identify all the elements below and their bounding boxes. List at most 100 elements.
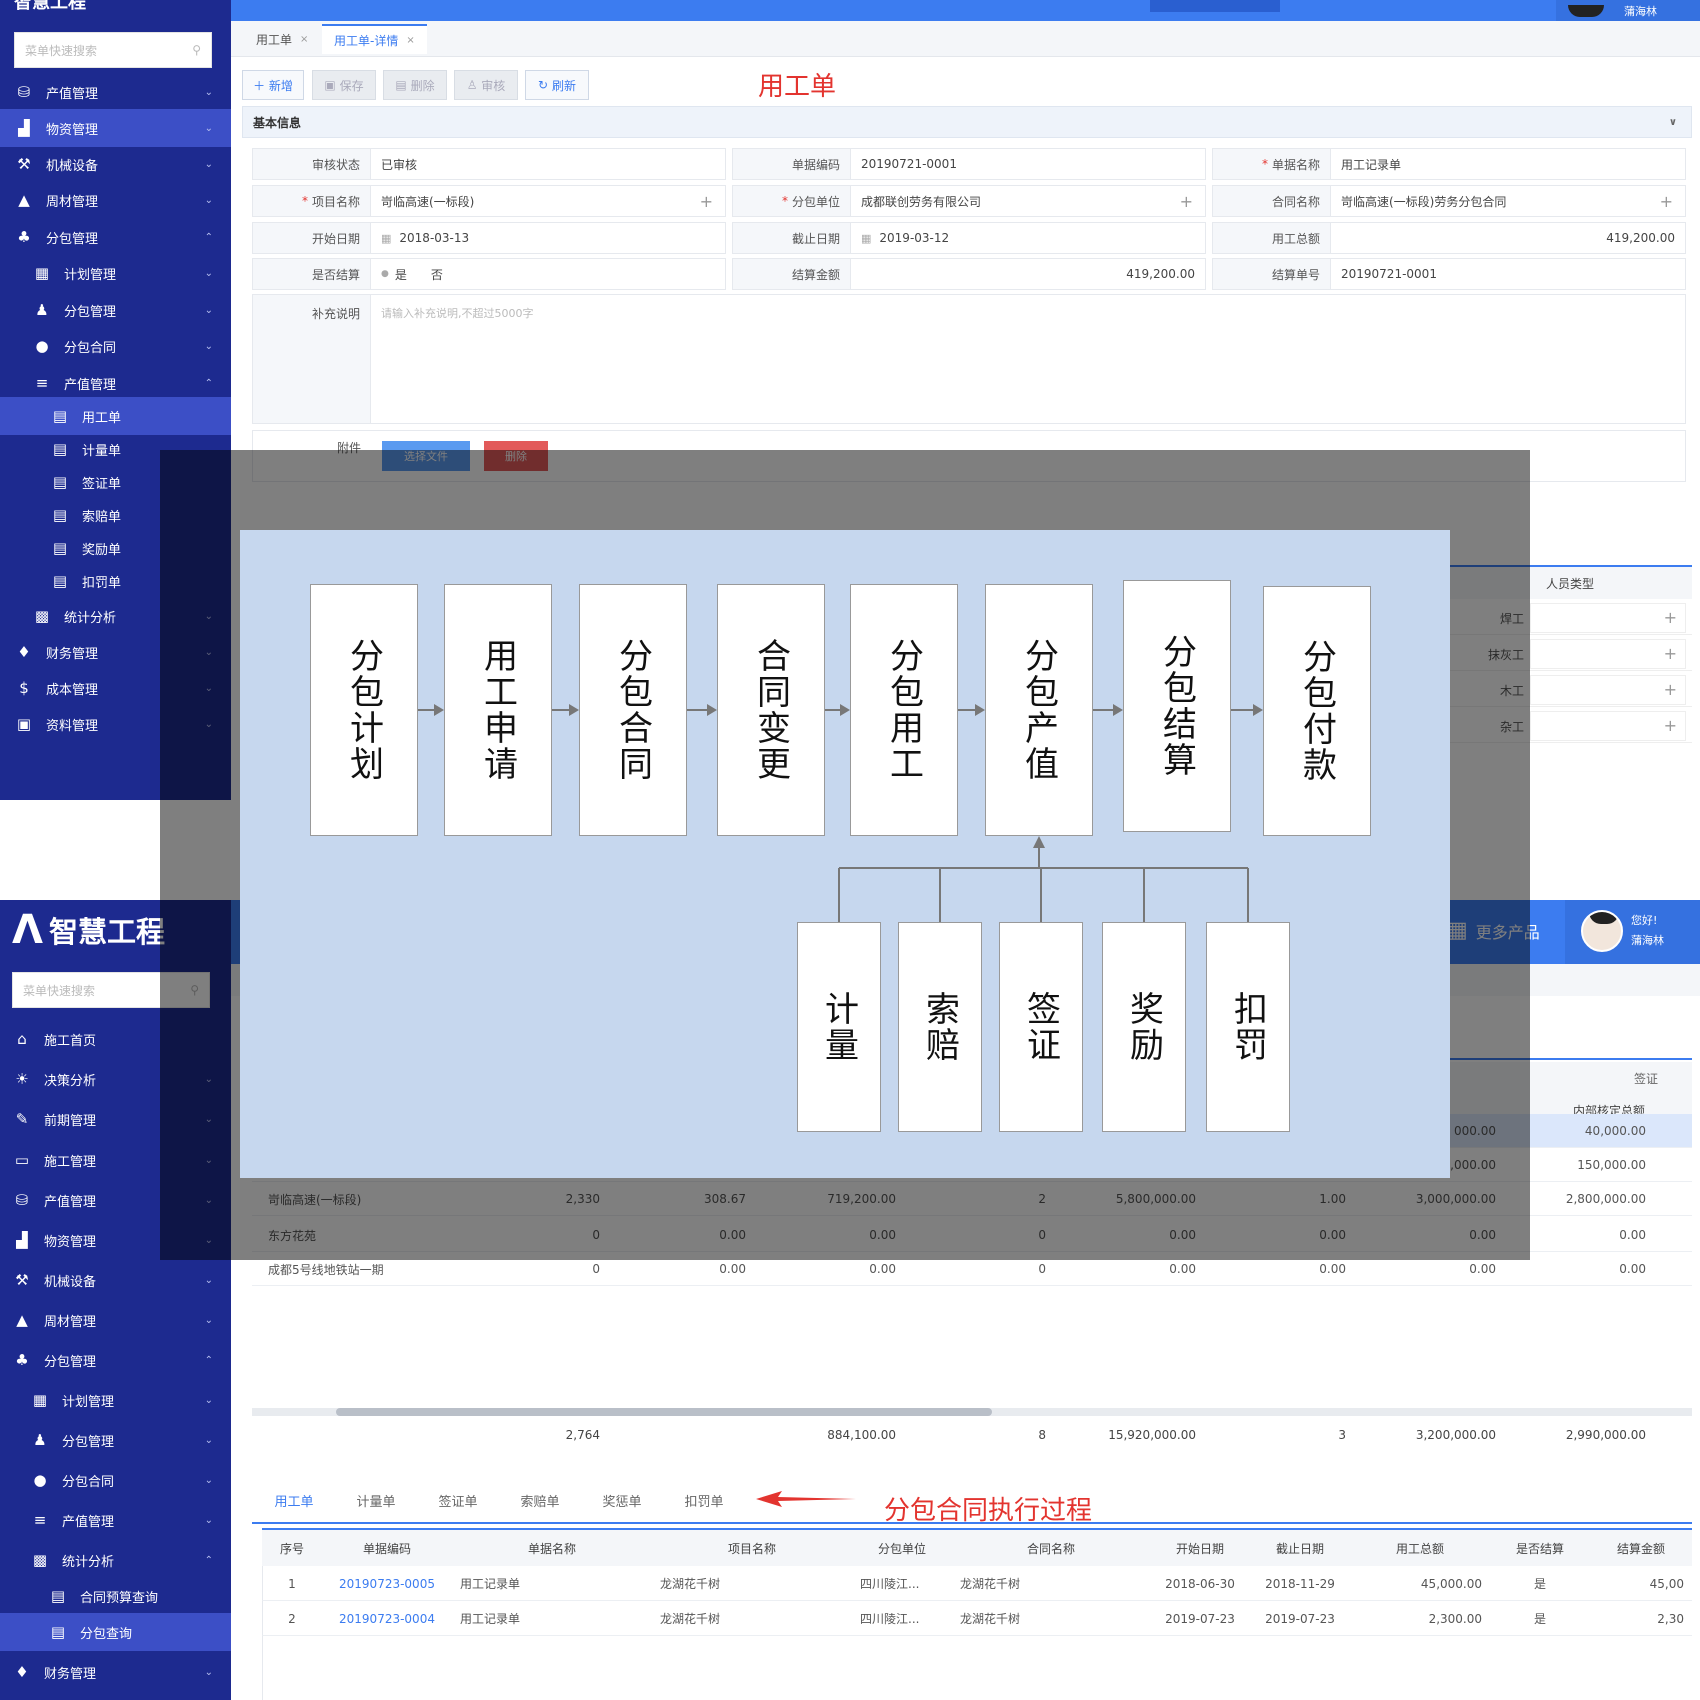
sidebar-item-label: 奖励单 [82, 542, 122, 558]
sub-unit-input[interactable]: 成都联创劳务有限公司 + [851, 186, 1205, 216]
sidebar-bottom-item-15[interactable]: ▤ 分包查询 [0, 1613, 231, 1651]
field-contract[interactable]: 合同名称 岢临高速(一标段)劳务分包合同 + [1212, 185, 1686, 217]
column-header[interactable]: 分包单位 [852, 1530, 952, 1566]
column-header[interactable]: 单据编码 [322, 1530, 452, 1566]
radio-yes[interactable]: ● [381, 269, 389, 279]
bottom-tab-0[interactable]: 用工单 [254, 1484, 334, 1516]
bottom-tab-4[interactable]: 奖惩单 [582, 1484, 662, 1516]
doc-code-link[interactable]: 20190723-0004 [322, 1601, 452, 1636]
plus-icon[interactable]: + [1664, 608, 1677, 627]
sidebar-item-label: 决策分析 [44, 1073, 97, 1089]
column-header[interactable]: 是否结算 [1490, 1530, 1590, 1566]
radio-yes-label: 是 [394, 267, 407, 282]
bottom-tab-3[interactable]: 索赔单 [500, 1484, 580, 1516]
step-label: 分包计划 [343, 638, 384, 782]
search-input[interactable]: 菜单快速搜索 ⚲ [14, 32, 212, 68]
sidebar-bottom-item-14[interactable]: ▤ 合同预算查询 [0, 1577, 231, 1615]
plus-icon[interactable]: + [1664, 716, 1677, 735]
close-icon[interactable]: × [406, 35, 414, 46]
sidebar-bottom-item-12[interactable]: ≡ 产值管理 ⌄ [0, 1501, 231, 1539]
header-active-block[interactable] [1150, 0, 1280, 12]
column-header[interactable]: 项目名称 [652, 1530, 852, 1566]
start-date-input[interactable]: ▦ 2018-03-13 [371, 223, 725, 253]
calculator-icon: ▦ [34, 264, 50, 282]
plus-icon[interactable]: + [1664, 644, 1677, 663]
field-sub-unit[interactable]: * 分包单位 成都联创劳务有限公司 + [732, 185, 1206, 217]
radio-no-label[interactable]: 否 [431, 266, 443, 283]
close-icon[interactable]: × [300, 34, 308, 45]
plus-icon[interactable]: + [700, 192, 713, 211]
stack-icon: ≡ [33, 1511, 47, 1529]
column-header[interactable]: 结算金额 [1590, 1530, 1692, 1566]
avatar[interactable] [1581, 910, 1623, 952]
sidebar-item-6[interactable]: ♟ 分包管理 ⌄ [0, 291, 231, 329]
sidebar-item-4[interactable]: ♣ 分包管理 ⌃ [0, 218, 231, 256]
sidebar-item-label: 前期管理 [44, 1113, 97, 1129]
sidebar-bottom-item-9[interactable]: ▦ 计划管理 ⌄ [0, 1381, 231, 1419]
arrow-head [707, 704, 717, 716]
sidebar-bottom-item-7[interactable]: ▲ 周材管理 ⌄ [0, 1301, 231, 1339]
column-header[interactable]: 用工总额 [1350, 1530, 1490, 1566]
contract-input[interactable]: 岢临高速(一标段)劳务分包合同 + [1331, 186, 1685, 216]
sidebar-bottom-item-8[interactable]: ♣ 分包管理 ⌃ [0, 1341, 231, 1379]
bottom-tab-2[interactable]: 签证单 [418, 1484, 498, 1516]
sidebar-item-1[interactable]: ▟ 物资管理 ⌄ [0, 109, 231, 147]
doc-code-link[interactable]: 20190723-0005 [322, 1566, 452, 1601]
tab-worklist[interactable]: 用工单 × [244, 24, 320, 54]
user-area-top[interactable]: 蒲海林 [1556, 0, 1700, 21]
bottom-tab-1[interactable]: 计量单 [336, 1484, 416, 1516]
doc-name-input[interactable]: 用工记录单 [1331, 149, 1685, 179]
sidebar-item-3[interactable]: ▲ 周材管理 ⌄ [0, 181, 231, 219]
diagram-step-7: 分包付款 [1263, 586, 1371, 836]
tab-detail[interactable]: 用工单-详情 × [322, 24, 427, 54]
column-header[interactable]: 截止日期 [1250, 1530, 1350, 1566]
user-area[interactable]: 您好! 蒲海林 [1565, 900, 1700, 964]
table-cell: 龙湖花千树 [960, 1612, 1021, 1626]
bottom-tab-5[interactable]: 扣罚单 [664, 1484, 744, 1516]
field-doc-name[interactable]: * 单据名称 用工记录单 [1212, 148, 1686, 180]
plus-icon[interactable]: + [1180, 192, 1193, 211]
field-end-date[interactable]: 截止日期 ▦ 2019-03-12 [732, 222, 1206, 254]
save-button[interactable]: ▣ 保存 [312, 70, 376, 100]
sidebar-bottom-item-6[interactable]: ⚒ 机械设备 ⌄ [0, 1261, 231, 1299]
plus-icon[interactable]: + [1660, 192, 1673, 211]
settled-radio-group[interactable]: ● 是 否 [371, 259, 725, 289]
tools-icon: ⚒ [15, 1271, 29, 1289]
project-input[interactable]: 岢临高速(一标段) + [371, 186, 725, 216]
sidebar-item-2[interactable]: ⚒ 机械设备 ⌄ [0, 145, 231, 183]
refresh-button[interactable]: ↻ 刷新 [525, 70, 589, 100]
remark-textarea[interactable]: 请输入补充说明,不超过5000字 [371, 295, 1685, 423]
horizontal-scrollbar[interactable] [252, 1408, 1692, 1416]
field-start-date[interactable]: 开始日期 ▦ 2018-03-13 [252, 222, 726, 254]
personnel-input[interactable]: + [1530, 675, 1686, 705]
sidebar-item-5[interactable]: ▦ 计划管理 ⌄ [0, 254, 231, 292]
end-date-input[interactable]: ▦ 2019-03-12 [851, 223, 1205, 253]
field-value: 已审核 [381, 157, 418, 172]
personnel-input[interactable]: + [1530, 711, 1686, 741]
column-header[interactable]: 合同名称 [952, 1530, 1150, 1566]
sidebar-bottom-item-11[interactable]: ● 分包合同 ⌄ [0, 1461, 231, 1499]
column-header[interactable]: 单据名称 [452, 1530, 652, 1566]
field-project[interactable]: * 项目名称 岢临高速(一标段) + [252, 185, 726, 217]
plus-icon[interactable]: + [1664, 680, 1677, 699]
search-icon[interactable]: ⚲ [192, 43, 201, 57]
sidebar-bottom-item-16[interactable]: ♦ 财务管理 ⌄ [0, 1653, 231, 1691]
sidebar-bottom-item-10[interactable]: ♟ 分包管理 ⌄ [0, 1421, 231, 1459]
sidebar-item-7[interactable]: ● 分包合同 ⌄ [0, 327, 231, 365]
personnel-input[interactable]: + [1530, 639, 1686, 669]
section-basic-info[interactable]: 基本信息 ∨ [242, 106, 1692, 138]
avatar[interactable] [1568, 4, 1604, 17]
chevron-down-icon[interactable]: ∨ [1669, 117, 1677, 128]
sidebar-bottom-item-13[interactable]: ▩ 统计分析 ⌃ [0, 1541, 231, 1579]
delete-button[interactable]: ▤ 删除 [383, 70, 447, 100]
column-header[interactable]: 开始日期 [1150, 1530, 1250, 1566]
sidebar-item-0[interactable]: ⛁ 产值管理 ⌄ [0, 73, 231, 111]
plus-icon: ＋ [253, 78, 266, 93]
sidebar-item-label: 产值管理 [46, 86, 99, 102]
scrollbar-thumb[interactable] [336, 1408, 992, 1416]
personnel-input[interactable]: + [1530, 603, 1686, 633]
money-bag-icon: ♦ [15, 1663, 29, 1681]
audit-button[interactable]: ♙ 审核 [454, 70, 518, 100]
add-button[interactable]: ＋ 新增 [242, 70, 304, 100]
column-header[interactable]: 序号 [262, 1530, 322, 1566]
